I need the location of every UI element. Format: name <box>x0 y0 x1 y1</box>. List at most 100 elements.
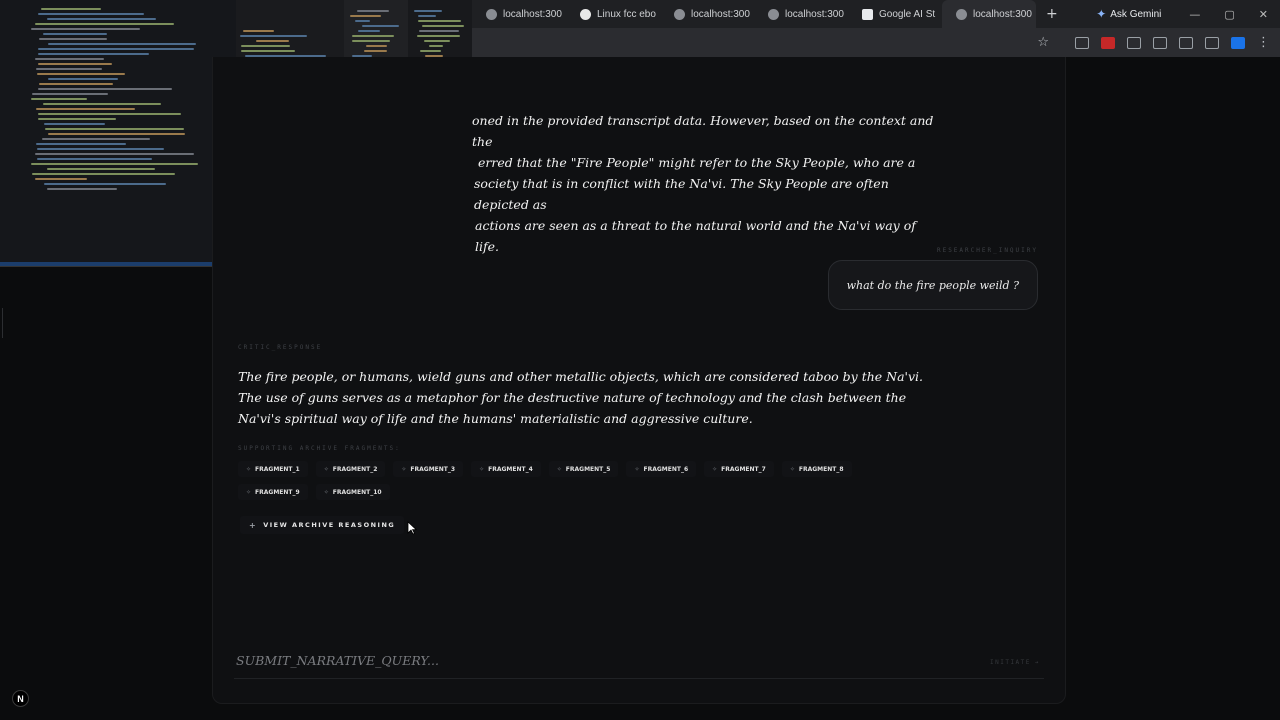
fragment-chip[interactable]: ✧ FRAGMENT_9 <box>238 484 308 500</box>
tab-title: localhost:300 <box>691 8 750 20</box>
pdf-extension-icon[interactable] <box>1101 36 1115 49</box>
thumbnail-line <box>414 10 442 12</box>
thumbnail-line <box>418 20 461 22</box>
critic-response: The fire people, or humans, wield guns a… <box>238 369 924 426</box>
thumbnail-line <box>47 168 155 170</box>
arrow-right-icon: ➔ <box>1034 659 1041 666</box>
sparkle-icon: ✧ <box>634 465 640 473</box>
thumbnail-line <box>38 118 116 120</box>
thumbnail-line <box>39 83 113 85</box>
fragment-label: FRAGMENT_4 <box>488 465 533 473</box>
browser-tab-active[interactable]: localhost:300 ✕ <box>942 0 1036 28</box>
thumbnail-line <box>38 48 194 50</box>
thumbnail-line <box>420 50 441 52</box>
fragment-chip[interactable]: ✧ FRAGMENT_1 <box>238 461 308 477</box>
fragment-label: FRAGMENT_1 <box>255 465 300 473</box>
fragment-chip[interactable]: ✧ FRAGMENT_8 <box>781 461 852 477</box>
browser-toolbar: ☆ ⋮ <box>472 28 1280 57</box>
sparkle-icon: ✧ <box>712 465 718 473</box>
screenshot-icon[interactable] <box>1205 36 1219 49</box>
thumbnail-line <box>48 43 196 45</box>
thumbnail-line <box>36 68 102 70</box>
browser-tab[interactable]: localhost:300 ✕ <box>660 0 754 28</box>
sparkle-icon: ✧ <box>789 465 795 473</box>
fragment-list: ✧ FRAGMENT_1 ✧ FRAGMENT_2 ✧ FRAGMENT_3 ✧ FRAGME… <box>238 461 918 500</box>
thumbnail-line <box>362 25 399 27</box>
thumbnail-line <box>37 158 152 160</box>
puzzle-icon[interactable] <box>1153 36 1167 49</box>
fragment-chip[interactable]: ✧ FRAGMENT_6 <box>626 461 697 477</box>
media-icon[interactable] <box>1127 36 1141 49</box>
previous-response-line: actions are seen as a threat to the natu… <box>475 218 916 254</box>
tab-title: localhost:300 <box>785 8 844 20</box>
inquiry-label: RESEARCHER_INQUIRY <box>936 247 1038 254</box>
thumbnail-line <box>355 20 370 22</box>
menu-dots-icon[interactable]: ⋮ <box>1257 35 1270 50</box>
thumbnail-line <box>43 33 107 35</box>
tab-title: Google AI St <box>879 8 936 20</box>
thumbnail-line <box>35 153 194 155</box>
sparkle-icon: ✧ <box>246 465 252 473</box>
thumbnail-line <box>37 148 164 150</box>
browser-tab[interactable]: localhost:300 ✕ <box>754 0 848 28</box>
window-close-icon[interactable]: ✕ <box>1247 8 1280 21</box>
globe-icon <box>956 8 967 20</box>
thumbnail-line <box>32 93 108 95</box>
view-reasoning-button[interactable]: + VIEW ARCHIVE REASONING <box>240 516 405 534</box>
bookmark-star-icon[interactable]: ☆ <box>1037 35 1049 50</box>
query-input[interactable] <box>234 648 978 672</box>
thumbnail-line <box>38 88 172 90</box>
next-dev-badge[interactable]: N <box>12 690 29 707</box>
fragment-chip[interactable]: ✧ FRAGMENT_2 <box>315 461 386 477</box>
thumbnail-line <box>37 73 125 75</box>
fragment-label: FRAGMENT_7 <box>721 465 766 473</box>
thumbnail-line <box>352 40 390 42</box>
thumbnail-line <box>422 25 464 27</box>
fragments-label: SUPPORTING ARCHIVE FRAGMENTS: <box>238 445 401 452</box>
thumbnail-line <box>38 63 112 65</box>
globe-icon <box>674 8 685 20</box>
browser-tab[interactable]: Google AI St ✕ <box>848 0 942 28</box>
thumbnail-line <box>32 173 175 175</box>
ask-gemini-button[interactable]: ✦ Ask Gemini <box>1080 7 1177 21</box>
fragment-label: FRAGMENT_8 <box>798 465 844 473</box>
initiate-button[interactable]: INITIATE ➔ <box>990 659 1040 666</box>
sparkle-icon: ✧ <box>556 465 562 473</box>
browser-tab[interactable]: localhost:300 ✕ <box>472 0 566 28</box>
thumbnail-line <box>350 15 381 17</box>
new-tab-button[interactable]: + <box>1036 6 1068 22</box>
gemini-spark-icon: ✦ <box>1096 7 1107 21</box>
thumbnail-line <box>418 15 436 17</box>
sparkle-icon: ✧ <box>401 465 407 473</box>
fragment-chip[interactable]: ✧ FRAGMENT_10 <box>315 484 390 500</box>
thumbnail-line <box>48 78 118 80</box>
thumbnail-line <box>424 40 450 42</box>
thumbnail-line <box>47 18 156 20</box>
fragment-chip[interactable]: ✧ FRAGMENT_3 <box>393 461 464 477</box>
fragment-label: FRAGMENT_5 <box>565 465 611 473</box>
minimize-icon[interactable]: — <box>1177 8 1212 21</box>
thumbnail-line <box>429 45 443 47</box>
download-icon[interactable] <box>1179 36 1193 49</box>
profile-avatar[interactable] <box>1231 36 1245 49</box>
fragment-chip[interactable]: ✧ FRAGMENT_7 <box>704 461 774 477</box>
previous-response-line: society that is in conflict with the Na'… <box>474 176 889 212</box>
maximize-icon[interactable]: ▢ <box>1212 8 1246 21</box>
browser-tab[interactable]: Linux fcc ebo ✕ <box>566 0 660 28</box>
thumbnail-line <box>36 108 135 110</box>
initiate-label: INITIATE <box>990 659 1031 666</box>
sparkle-icon: ✧ <box>246 488 252 496</box>
thumbnail-line <box>39 38 107 40</box>
thumbnail-line <box>357 10 389 12</box>
fragment-chip[interactable]: ✧ FRAGMENT_4 <box>471 461 541 477</box>
thumbnail-line <box>38 13 144 15</box>
critic-label: CRITIC_RESPONSE <box>238 344 323 351</box>
thumbnail-line <box>38 53 149 55</box>
fragment-label: FRAGMENT_9 <box>255 488 300 496</box>
tab-title: localhost:300 <box>503 8 562 20</box>
thumbnail-line <box>47 188 117 190</box>
globe-icon <box>768 8 779 20</box>
fragment-chip[interactable]: ✧ FRAGMENT_5 <box>548 461 619 477</box>
thumbnail-line <box>35 178 87 180</box>
extension-icon[interactable] <box>1075 36 1089 49</box>
